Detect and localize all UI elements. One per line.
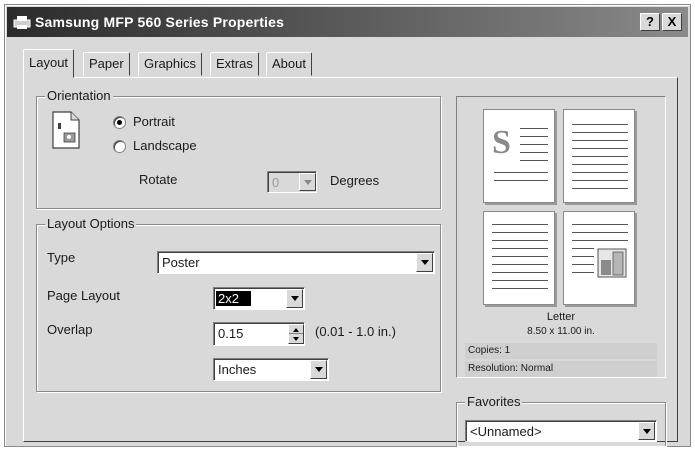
degrees-label: Degrees <box>330 173 380 188</box>
tab-extras[interactable]: Extras <box>210 52 259 76</box>
tab-paper[interactable]: Paper <box>83 52 130 76</box>
window-title: Samsung MFP 560 Series Properties <box>35 14 285 30</box>
properties-window: Samsung MFP 560 Series Properties ? X La… <box>4 4 691 447</box>
preview-logo-letter: S <box>492 124 511 161</box>
preview-resolution: Resolution: Normal <box>465 361 657 377</box>
title-bar: Samsung MFP 560 Series Properties ? X <box>7 7 688 37</box>
unit-dropdown-button[interactable] <box>310 360 327 379</box>
printer-icon <box>13 16 31 29</box>
type-dropdown-button[interactable] <box>416 253 433 272</box>
landscape-radio[interactable] <box>113 140 126 153</box>
preview-paper-name: Letter <box>546 311 576 323</box>
preview-page-1: S <box>483 109 555 203</box>
favorites-dropdown-button[interactable] <box>638 422 655 440</box>
tab-graphics[interactable]: Graphics <box>138 52 203 76</box>
layout-preview: S Letter 8.50 x 11.00 in. Copies: 1 Reso… <box>456 96 666 378</box>
layout-tab-panel: Orientation Portrait Landscape Rotate 0 … <box>23 77 678 446</box>
portrait-label: Portrait <box>133 114 175 129</box>
preview-page-2 <box>563 109 635 203</box>
overlap-increase-button[interactable] <box>289 325 303 334</box>
rotate-label: Rotate <box>139 172 178 187</box>
portrait-radio[interactable] <box>113 116 126 129</box>
overlap-label: Overlap <box>47 322 93 337</box>
layout-options-legend: Layout Options <box>45 216 137 231</box>
favorites-group: Favorites <Unnamed> <box>456 394 666 446</box>
overlap-spinner[interactable] <box>288 324 304 344</box>
type-label: Type <box>47 250 76 265</box>
favorites-select[interactable]: <Unnamed> <box>465 420 657 442</box>
preview-image-icon <box>597 248 627 278</box>
layout-options-group: Layout Options Type Poster Page Layout 2… <box>36 216 441 392</box>
page-layout-label: Page Layout <box>47 288 121 303</box>
type-select[interactable]: Poster <box>157 251 435 274</box>
landscape-label: Landscape <box>133 138 197 153</box>
rotate-dropdown-button[interactable] <box>299 173 316 191</box>
tab-layout[interactable]: Layout <box>23 49 75 78</box>
tab-about[interactable]: About <box>266 52 312 76</box>
orientation-legend: Orientation <box>45 88 113 103</box>
overlap-decrease-button[interactable] <box>289 334 303 343</box>
portrait-page-icon <box>52 111 80 149</box>
preview-page-3 <box>483 211 555 305</box>
page-layout-selected-value: 2x2 <box>216 291 251 306</box>
preview-copies: Copies: 1 <box>465 343 657 359</box>
close-button[interactable]: X <box>662 13 682 31</box>
orientation-group: Orientation Portrait Landscape Rotate 0 … <box>36 88 441 209</box>
help-button[interactable]: ? <box>640 13 660 31</box>
page-layout-dropdown-button[interactable] <box>286 289 303 308</box>
overlap-range-label: (0.01 - 1.0 in.) <box>315 324 396 339</box>
preview-page-4 <box>563 211 635 305</box>
favorites-legend: Favorites <box>465 394 523 409</box>
preview-paper-size: 8.50 x 11.00 in. <box>527 326 595 337</box>
